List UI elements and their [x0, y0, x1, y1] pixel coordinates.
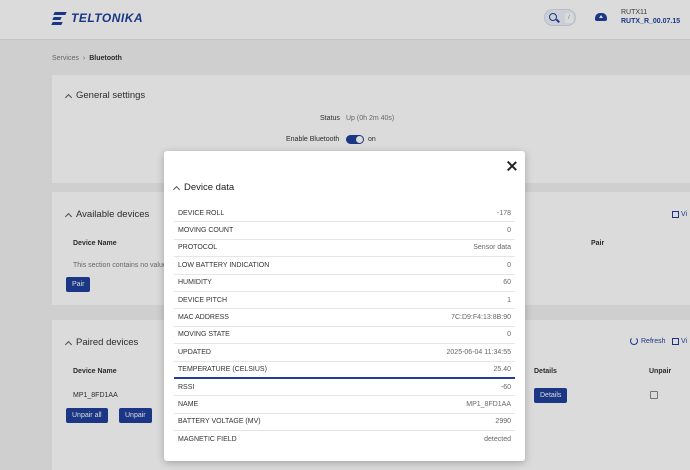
table-row: LOW BATTERY INDICATION 0	[174, 257, 515, 275]
row-value: 60	[503, 279, 511, 287]
table-row: DEVICE PITCH 1	[174, 292, 515, 310]
row-key: MOVING COUNT	[178, 227, 234, 235]
row-key: RSSI	[178, 383, 195, 391]
row-value: 25.40	[493, 365, 511, 373]
table-row: MAC ADDRESS 7C:D9:F4:13:8B:90	[174, 309, 515, 327]
row-key: DEVICE ROLL	[178, 209, 225, 217]
row-value: -60	[500, 383, 511, 391]
row-value: 2025-06-04 11:34:55	[446, 348, 511, 356]
row-key: LOW BATTERY INDICATION	[178, 261, 270, 269]
close-icon[interactable]	[506, 160, 518, 172]
table-row: MAGNETIC FIELD detected	[174, 431, 515, 448]
row-key: DEVICE PITCH	[178, 296, 228, 304]
row-value: 2990	[495, 418, 511, 426]
table-row: HUMIDITY 60	[174, 275, 515, 292]
row-value: 0	[507, 227, 511, 235]
row-key: MOVING STATE	[178, 331, 230, 339]
row-value: 0	[507, 261, 511, 269]
row-key: TEMPERATURE (CELSIUS)	[178, 365, 267, 373]
row-key: MAGNETIC FIELD	[178, 436, 237, 444]
row-value: 7C:D9:F4:13:8B:90	[451, 314, 511, 322]
table-row: MOVING STATE 0	[174, 327, 515, 345]
device-data-header[interactable]: Device data	[172, 182, 235, 193]
device-data-table: DEVICE ROLL -178 MOVING COUNT 0 PROTOCOL Se…	[174, 205, 515, 448]
chevron-up-icon	[172, 185, 181, 193]
table-row: MOVING COUNT 0	[174, 222, 515, 240]
table-row: DEVICE ROLL -178	[174, 205, 515, 223]
table-row: RSSI -60	[174, 379, 515, 397]
table-row: UPDATED 2025-06-04 11:34:55	[174, 344, 515, 362]
row-value: detected	[484, 436, 511, 444]
modal-title: Device data	[184, 182, 235, 193]
row-key: HUMIDITY	[178, 279, 212, 287]
table-row-highlighted: TEMPERATURE (CELSIUS) 25.40	[174, 362, 515, 379]
row-value: -178	[496, 209, 511, 217]
row-key: BATTERY VOLTAGE (MV)	[178, 418, 261, 426]
row-value: 0	[507, 331, 511, 339]
device-data-modal: Device data DEVICE ROLL -178 MOVING COUNT…	[164, 151, 525, 461]
table-row: BATTERY VOLTAGE (MV) 2990	[174, 414, 515, 432]
row-value: MP1_8FD1AA	[466, 400, 511, 408]
row-key: MAC ADDRESS	[178, 314, 229, 322]
table-row: PROTOCOL Sensor data	[174, 240, 515, 258]
row-value: 1	[507, 296, 511, 304]
table-row: NAME MP1_8FD1AA	[174, 396, 515, 414]
row-key: UPDATED	[178, 348, 211, 356]
row-value: Sensor data	[473, 244, 511, 252]
row-key: NAME	[178, 400, 199, 408]
row-key: PROTOCOL	[178, 244, 218, 252]
